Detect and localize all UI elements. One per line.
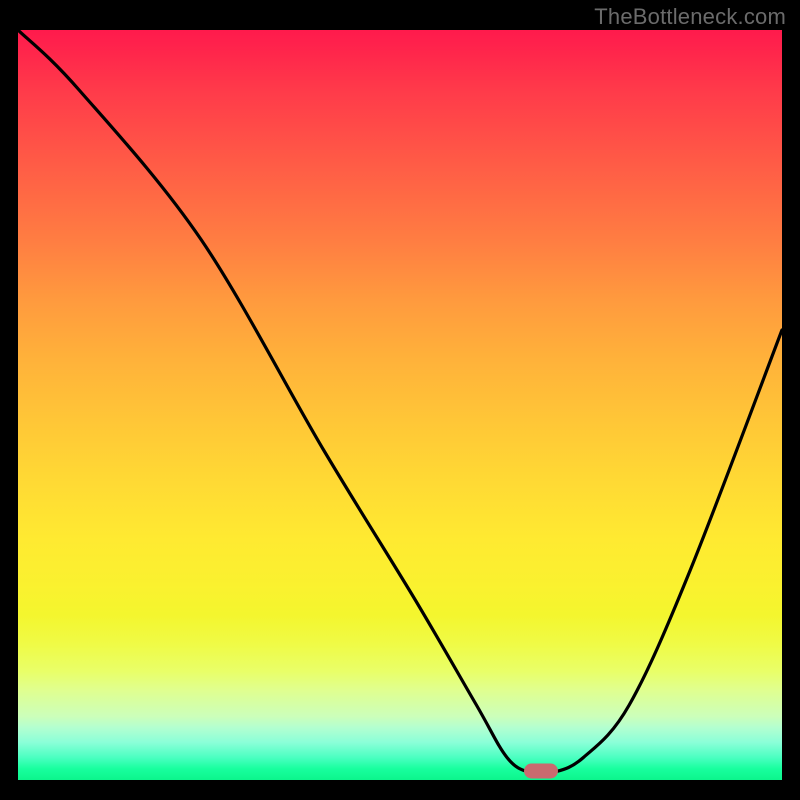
- watermark-text: TheBottleneck.com: [594, 4, 786, 30]
- chart-frame: TheBottleneck.com: [0, 0, 800, 800]
- plot-background-gradient: [18, 30, 782, 780]
- optimum-marker: [524, 764, 558, 779]
